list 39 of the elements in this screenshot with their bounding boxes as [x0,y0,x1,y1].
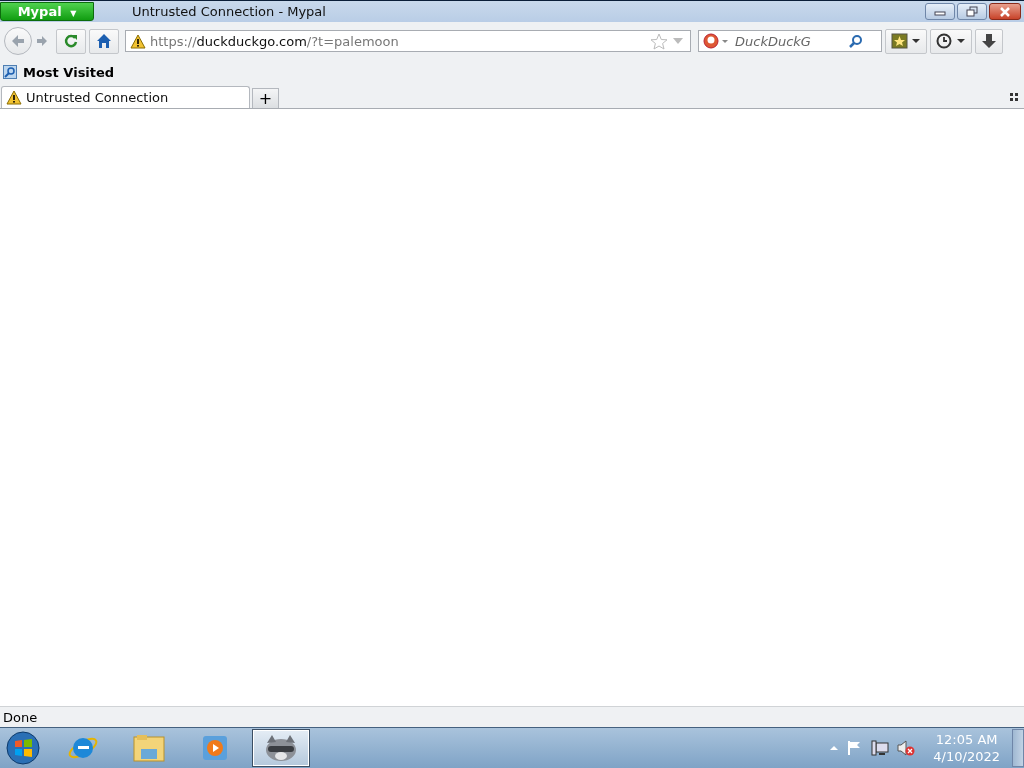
close-button[interactable] [989,3,1021,20]
windows-logo-icon [6,731,40,765]
warning-icon [130,33,146,49]
bookmark-item[interactable]: Most Visited [3,64,115,80]
grip-icon [1010,93,1018,101]
bookmarks-button[interactable] [885,28,927,54]
network-icon[interactable] [871,740,890,756]
back-button[interactable] [4,27,32,55]
new-tab-button[interactable]: + [252,88,279,108]
bookmark-icon [3,65,17,79]
window-title: Untrusted Connection - Mypal [132,4,326,19]
home-icon [96,33,112,49]
back-arrow-icon [10,34,26,48]
reload-button[interactable] [56,28,86,54]
restore-icon [965,5,979,18]
show-desktop-button[interactable] [1012,729,1024,767]
forward-arrow-icon [35,35,49,47]
star-folder-icon [891,33,921,49]
clock-date: 4/10/2022 [933,748,1000,765]
minimize-button[interactable] [925,3,955,20]
speaker-muted-icon[interactable] [897,740,916,756]
reload-icon [63,33,79,49]
clock-time: 12:05 AM [935,731,998,748]
close-icon [998,5,1012,18]
address-bar[interactable]: https://duckduckgo.com/?t=palemoon [125,30,691,52]
raccoon-icon[interactable] [252,729,310,767]
warning-icon [6,90,22,105]
clock-icon [936,33,966,49]
download-icon [981,33,997,49]
search-engine-icon[interactable] [703,33,731,49]
search-bar[interactable]: DuckDuckG [698,30,882,52]
status-text: Done [3,709,38,725]
home-button[interactable] [89,28,119,54]
download-button[interactable] [975,28,1003,54]
history-button[interactable] [930,28,972,54]
browser-tab[interactable]: Untrusted Connection [1,86,250,108]
restore-button[interactable] [957,3,987,20]
star-icon[interactable] [650,32,668,50]
search-icon[interactable] [849,34,863,48]
